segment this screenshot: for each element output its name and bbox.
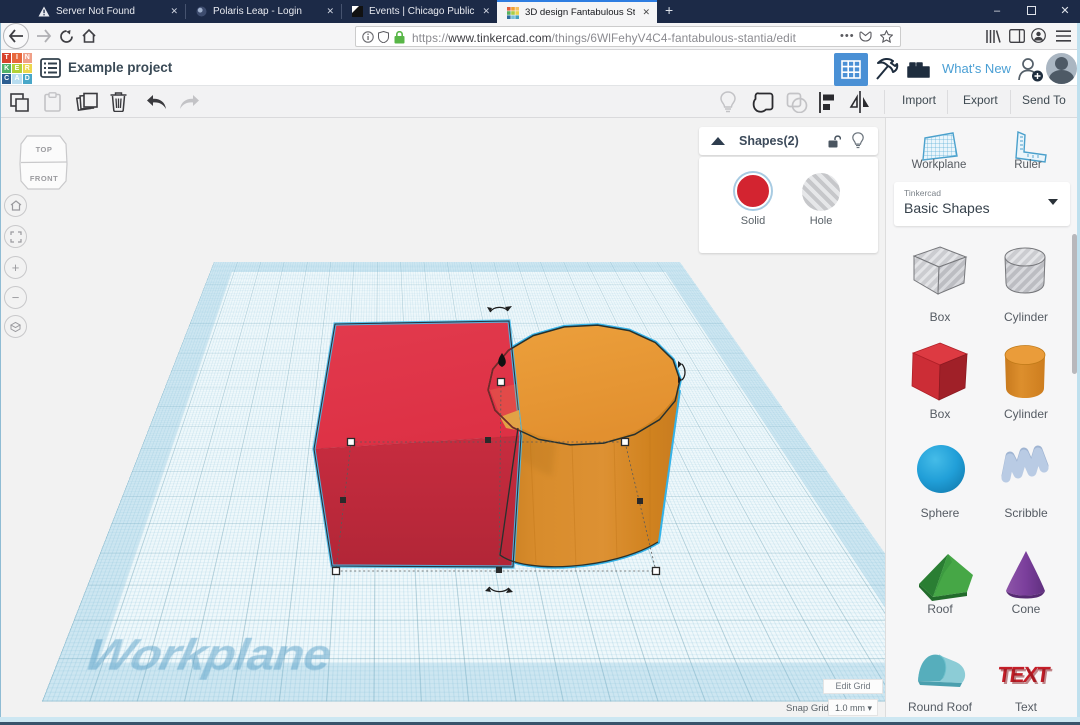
svg-text:Roof: Roof xyxy=(927,602,953,616)
svg-text:TOP: TOP xyxy=(36,145,53,154)
svg-text:Round Roof: Round Roof xyxy=(908,700,973,714)
svg-text:FRONT: FRONT xyxy=(30,174,58,183)
svg-text:Cone: Cone xyxy=(1012,602,1041,616)
svg-text:TEXT: TEXT xyxy=(998,664,1054,689)
svg-text:Cylinder: Cylinder xyxy=(1004,310,1048,324)
svg-text:Text: Text xyxy=(1015,700,1038,714)
svg-text:Sphere: Sphere xyxy=(921,506,960,520)
svg-text:Box: Box xyxy=(930,310,951,324)
svg-text:Cylinder: Cylinder xyxy=(1004,407,1048,421)
svg-text:Scribble: Scribble xyxy=(1004,506,1048,520)
svg-text:Box: Box xyxy=(930,407,951,421)
